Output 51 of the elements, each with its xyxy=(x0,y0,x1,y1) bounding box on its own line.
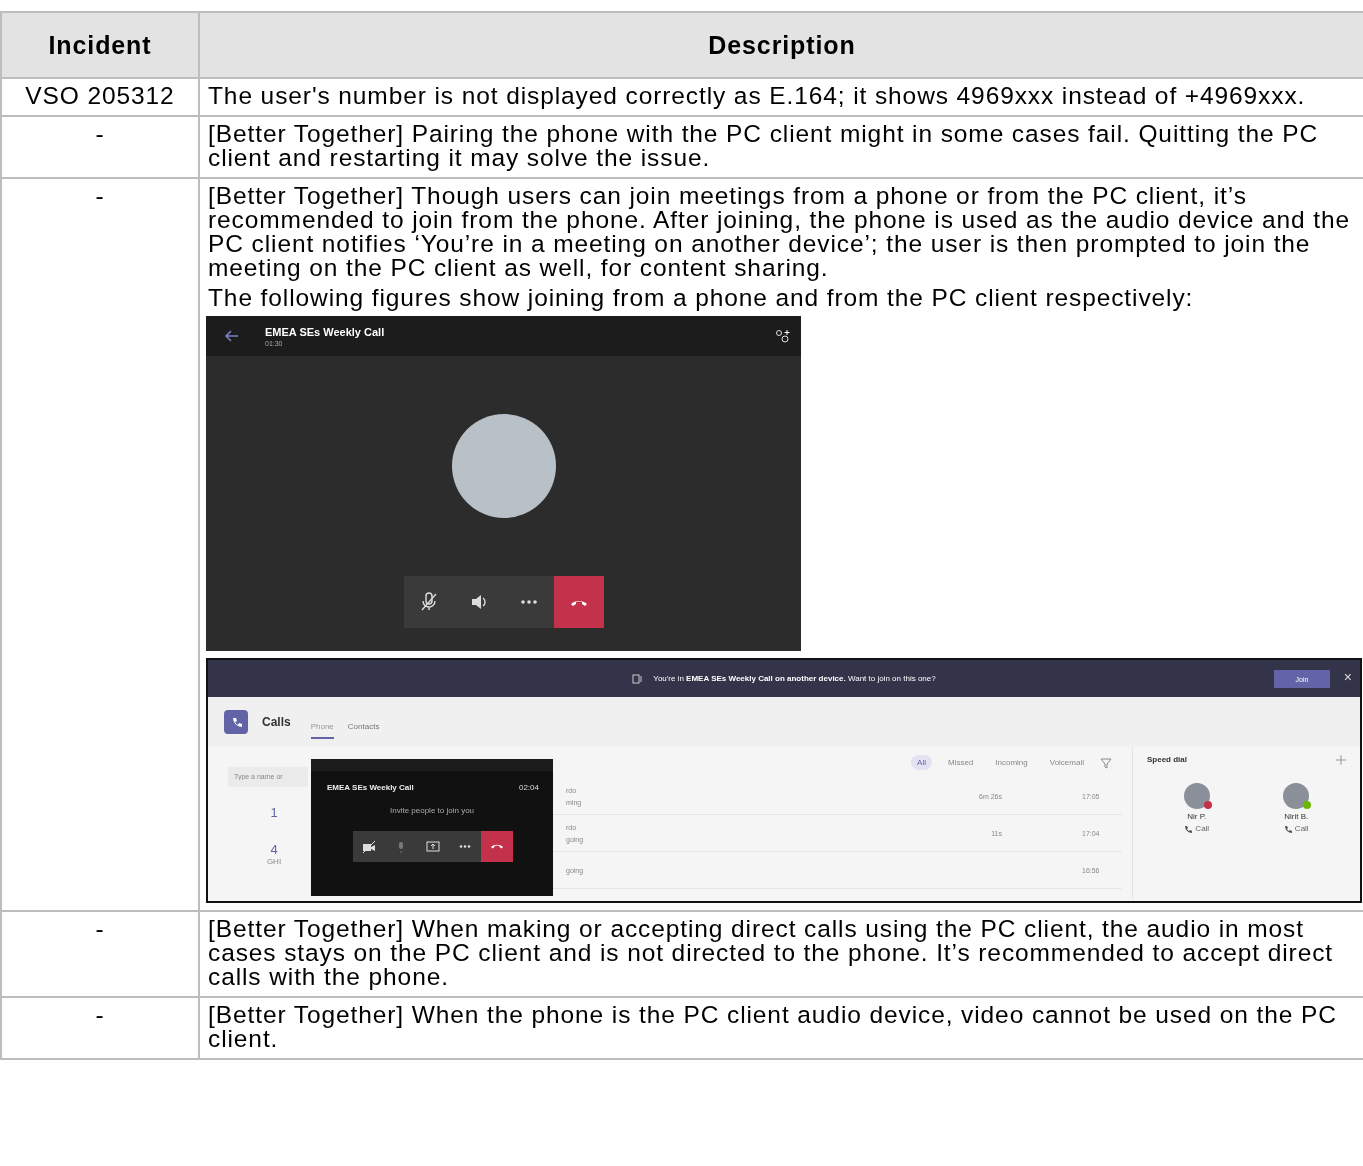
tab[interactable]: Contacts xyxy=(347,715,380,739)
call-timer: 02:04 xyxy=(518,783,539,792)
contact-name: Nirit B. xyxy=(1284,812,1309,821)
plus-icon xyxy=(1336,755,1346,765)
hang-up-icon xyxy=(491,844,503,849)
back-arrow-icon xyxy=(224,329,239,343)
table-cell: - xyxy=(1,997,199,1059)
filter-chip[interactable]: Incoming xyxy=(989,755,1034,770)
paragraph: [Better Together] Though users can join meetings from a phone or from the PC client, it’s recommended to join from the phone. After joining, the phone is used as the audio device and the PC client notifies ‘You’re in a meeting on another device’; the user is then prompted to join the meeting on the PC client as well, for content sharing. xyxy=(208,184,1351,280)
handset-icon xyxy=(1184,824,1193,833)
call-title: EMEA SEs Weekly Call xyxy=(327,783,414,792)
banner-message: You're in EMEA SEs Weekly Call on another device. Want to join on this one? xyxy=(653,674,936,683)
paragraph: [Better Together] When the phone is the PC client audio device, video cannot be used on the PC client. xyxy=(208,1003,1338,1051)
dial-key[interactable]: 1 xyxy=(264,804,284,820)
more-icon xyxy=(459,845,471,848)
call-link[interactable]: Call xyxy=(1283,824,1309,833)
popup-message: Invite people to join you xyxy=(388,806,476,815)
mute-icon xyxy=(418,592,439,612)
camera-icon xyxy=(362,839,376,854)
handset-icon xyxy=(1283,824,1292,833)
filter-chip[interactable]: Missed xyxy=(941,755,980,770)
column-header: Description xyxy=(199,12,1363,78)
call-title: EMEA SEs Weekly Call xyxy=(265,325,386,338)
filter-chip[interactable]: Voicemail xyxy=(1043,755,1090,770)
contact-name: Nir P. xyxy=(1187,812,1207,821)
share-icon xyxy=(426,839,440,854)
column-header: Incident xyxy=(1,12,199,78)
table-cell: - xyxy=(1,178,199,911)
devices-icon xyxy=(632,672,644,685)
app-title: Calls xyxy=(262,715,291,729)
mute-button[interactable] xyxy=(403,576,454,628)
paragraph: [Better Together] Pairing the phone with the PC client might in some cases fail. Quitting the PC client and restarting it may solve the issue. xyxy=(208,122,1320,170)
dial-key[interactable]: 4 GHI xyxy=(264,841,284,866)
people-add-icon xyxy=(774,328,791,344)
filter-icon xyxy=(1100,756,1112,769)
table-cell: VSO 205312 xyxy=(1,78,199,116)
filter-chip[interactable]: All xyxy=(911,755,932,770)
hang-up-button[interactable] xyxy=(481,831,513,862)
hang-up-icon xyxy=(570,598,587,606)
table-cell: - xyxy=(1,116,199,178)
close-button[interactable]: × xyxy=(1343,668,1352,686)
tab[interactable]: Phone xyxy=(310,715,334,739)
paragraph: The following figures show joining from a phone and from the PC client respectively: xyxy=(208,286,1195,310)
panel-title: Speed dial xyxy=(1147,755,1187,765)
table-cell: - xyxy=(1,911,199,997)
more-button[interactable] xyxy=(449,831,481,862)
paragraph: [Better Together] When making or accepting direct calls using the PC client, the audio in most cases stays on the PC client and is not directed to the phone. It’s recommended to accept direct calls with the phone. xyxy=(208,917,1335,989)
paragraph: The user's number is not displayed correctly as E.164; it shows 4969xxx instead of +4969xxx. xyxy=(208,84,1307,108)
camera-button[interactable] xyxy=(353,831,385,862)
call-link[interactable]: Call xyxy=(1184,824,1210,833)
more-icon xyxy=(520,600,537,604)
